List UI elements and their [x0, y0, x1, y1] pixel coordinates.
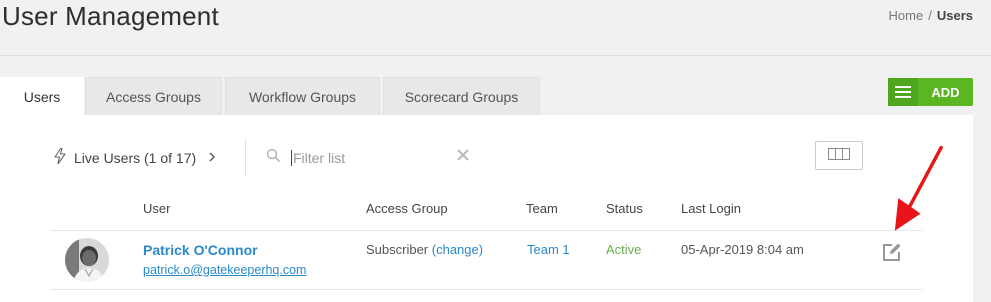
- user-name-link[interactable]: Patrick O'Connor: [143, 242, 258, 258]
- breadcrumb-home[interactable]: Home: [889, 8, 924, 23]
- tab-workflow-groups[interactable]: Workflow Groups: [225, 77, 380, 115]
- tab-access-groups[interactable]: Access Groups: [85, 77, 222, 115]
- row-divider: [50, 289, 923, 290]
- avatar: [65, 238, 109, 282]
- columns-toggle-button[interactable]: [815, 141, 863, 170]
- column-header-status[interactable]: Status: [606, 201, 643, 216]
- annotation-arrow-icon: [894, 145, 943, 231]
- access-group-cell: Subscriber (change): [366, 242, 483, 257]
- breadcrumb-current: Users: [936, 8, 973, 23]
- edit-icon[interactable]: [882, 242, 902, 262]
- search-icon: [266, 148, 281, 168]
- column-header-last-login[interactable]: Last Login: [681, 201, 741, 216]
- change-access-group-link[interactable]: (change): [432, 242, 483, 257]
- add-button[interactable]: ADD: [888, 78, 973, 106]
- hamburger-icon[interactable]: [888, 78, 918, 106]
- access-group-value: Subscriber: [366, 242, 429, 257]
- lightning-icon: [54, 147, 66, 167]
- page-header: User Management Home / Users: [0, 0, 991, 56]
- add-button-label: ADD: [931, 84, 960, 100]
- filter-input[interactable]: [291, 150, 451, 166]
- breadcrumb-separator: /: [928, 8, 932, 23]
- status-value: Active: [606, 242, 642, 257]
- column-header-team[interactable]: Team: [526, 201, 558, 216]
- page-title: User Management: [2, 1, 219, 31]
- column-header-user[interactable]: User: [143, 201, 170, 216]
- close-icon[interactable]: [457, 148, 469, 166]
- user-email-link[interactable]: patrick.o@gatekeeperhq.com: [143, 263, 306, 277]
- live-users-dropdown[interactable]: Live Users (1 of 17): [54, 147, 216, 167]
- column-header-access-group[interactable]: Access Group: [366, 201, 448, 216]
- toolbar-divider: [245, 138, 246, 176]
- users-panel: Live Users (1 of 17) User Access Group T…: [0, 115, 973, 302]
- live-users-label: Live Users (1 of 17): [74, 149, 197, 166]
- header-divider: [50, 230, 923, 231]
- tab-users[interactable]: Users: [0, 77, 84, 117]
- search-box: [266, 148, 476, 168]
- chevron-right-icon: [209, 150, 216, 165]
- breadcrumb: Home / Users: [889, 8, 973, 23]
- team-link[interactable]: Team 1: [527, 242, 570, 257]
- tab-scorecard-groups[interactable]: Scorecard Groups: [383, 77, 540, 115]
- last-login-value: 05-Apr-2019 8:04 am: [681, 242, 804, 257]
- columns-icon: [828, 147, 850, 165]
